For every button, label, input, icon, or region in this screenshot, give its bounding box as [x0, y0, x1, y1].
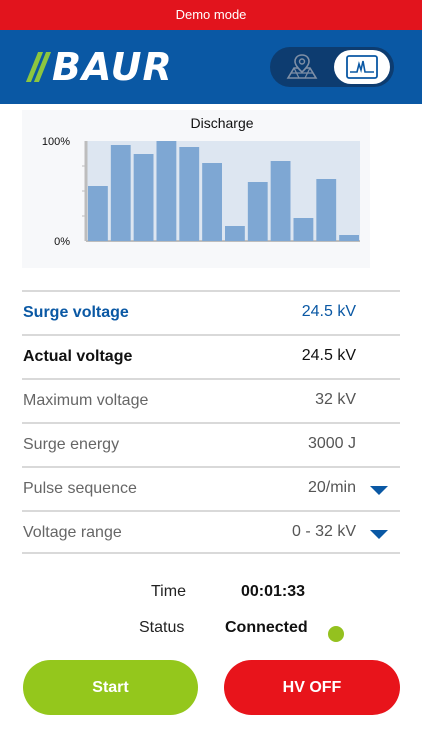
param-value: 3000 J	[307, 435, 356, 452]
param-row-actual-voltage[interactable]: Actual voltage 24.5 kV	[22, 334, 400, 378]
param-row-maximum-voltage[interactable]: Maximum voltage 32 kV	[22, 378, 400, 422]
demo-mode-banner: Demo mode	[0, 0, 422, 30]
bar-8	[247, 182, 268, 241]
hv-off-button[interactable]: HV OFF	[224, 660, 400, 715]
logo-slashes-icon	[25, 50, 52, 84]
param-row-pulse-sequence[interactable]: Pulse sequence 20/min	[22, 466, 400, 510]
start-button[interactable]: Start	[23, 660, 198, 715]
param-label: Voltage range	[23, 524, 122, 541]
logo-text: BAUR	[52, 45, 173, 89]
bar-1	[88, 186, 108, 241]
time-value: 00:01:33	[241, 583, 306, 600]
app-header: BAUR	[0, 30, 422, 104]
param-label: Maximum voltage	[23, 392, 149, 409]
param-value: 24.5 kV	[301, 303, 356, 320]
bar-2	[110, 145, 131, 241]
param-row-surge-energy[interactable]: Surge energy 3000 J	[22, 422, 400, 466]
dropdown-arrow-icon[interactable]	[370, 486, 388, 495]
param-label: Surge energy	[23, 436, 120, 453]
bar-4	[156, 141, 177, 241]
baur-logo: BAUR	[25, 45, 173, 89]
time-label: Time	[151, 583, 186, 600]
discharge-chart: 100% 0% Discharge	[22, 110, 370, 268]
map-pin-icon[interactable]	[282, 53, 322, 81]
status-label: Status	[139, 619, 185, 636]
status-indicator-icon	[328, 626, 344, 642]
bar-3	[133, 154, 154, 241]
status-value: Connected	[225, 619, 308, 636]
bar-5	[179, 147, 200, 241]
y-tick-label-max: 100%	[42, 136, 70, 148]
bar-10	[293, 218, 314, 241]
bar-6	[202, 163, 222, 241]
view-toggle[interactable]	[270, 47, 394, 87]
param-value: 24.5 kV	[301, 347, 356, 364]
bar-12	[339, 235, 359, 241]
chart-canvas: 100% 0%	[42, 136, 360, 248]
param-value: 0 - 32 kV	[291, 523, 356, 540]
param-label: Actual voltage	[23, 348, 133, 365]
param-label: Surge voltage	[23, 304, 129, 321]
bar-9	[270, 161, 291, 241]
param-row-voltage-range[interactable]: Voltage range 0 - 32 kV	[22, 510, 400, 554]
param-value: 32 kV	[315, 391, 356, 408]
chart-title: Discharge	[190, 115, 254, 131]
dropdown-arrow-icon[interactable]	[370, 530, 388, 539]
param-value: 20/min	[307, 479, 356, 496]
y-tick-label-min: 0%	[54, 236, 70, 248]
bar-11	[316, 179, 337, 241]
parameter-list: Surge voltage 24.5 kV Actual voltage 24.5 k…	[22, 290, 400, 554]
param-label: Pulse sequence	[23, 480, 137, 497]
bar-7	[225, 226, 245, 241]
param-row-surge-voltage[interactable]: Surge voltage 24.5 kV	[22, 290, 400, 334]
waveform-icon[interactable]	[334, 50, 390, 84]
